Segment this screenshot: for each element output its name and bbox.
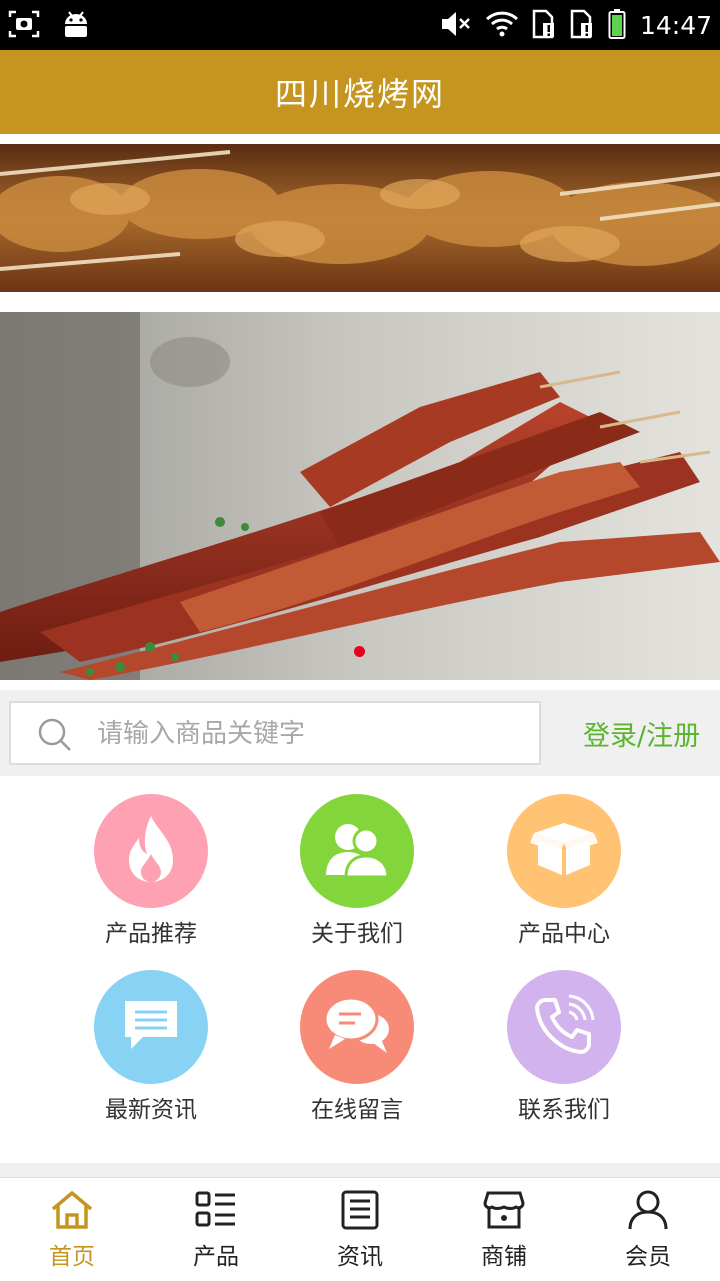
menu-circle[interactable] bbox=[300, 794, 414, 908]
nav-label: 商铺 bbox=[481, 1244, 527, 1270]
menu-circle[interactable] bbox=[300, 970, 414, 1084]
shop-icon bbox=[482, 1191, 526, 1235]
screenshot-icon bbox=[8, 9, 40, 43]
grid-list-icon bbox=[194, 1191, 238, 1235]
carousel-dot-active[interactable] bbox=[354, 646, 365, 657]
nav-label: 产品 bbox=[193, 1244, 239, 1270]
nav-home[interactable]: 首页 bbox=[0, 1178, 144, 1281]
nav-shop[interactable]: 商铺 bbox=[432, 1178, 576, 1281]
phone-icon bbox=[533, 994, 595, 1060]
menu-online-message[interactable]: 在线留言 bbox=[267, 970, 447, 1124]
menu-latest-news[interactable]: 最新资讯 bbox=[61, 970, 241, 1124]
search-box[interactable] bbox=[9, 701, 541, 765]
menu-label: 产品推荐 bbox=[105, 921, 197, 947]
nav-label: 资讯 bbox=[337, 1244, 383, 1270]
menu-circle[interactable] bbox=[94, 794, 208, 908]
page-title: 四川烧烤网 bbox=[274, 75, 445, 113]
menu-circle[interactable] bbox=[507, 970, 621, 1084]
android-icon bbox=[62, 9, 90, 43]
nav-products[interactable]: 产品 bbox=[144, 1178, 288, 1281]
search-bar: 登录/注册 bbox=[0, 690, 720, 776]
login-register-link[interactable]: 登录/注册 bbox=[583, 714, 700, 753]
nav-news[interactable]: 资讯 bbox=[288, 1178, 432, 1281]
menu-label: 产品中心 bbox=[518, 921, 610, 947]
menu-label: 关于我们 bbox=[311, 921, 403, 947]
box-icon bbox=[530, 819, 598, 883]
home-icon bbox=[50, 1191, 94, 1235]
menu-label: 在线留言 bbox=[311, 1097, 403, 1123]
flame-icon bbox=[123, 814, 179, 888]
menu-product-recommend[interactable]: 产品推荐 bbox=[61, 794, 241, 948]
status-time: 14:47 bbox=[639, 11, 712, 40]
carousel-banner[interactable] bbox=[0, 312, 720, 680]
user-icon bbox=[626, 1190, 670, 1235]
menu-contact-us[interactable]: 联系我们 bbox=[474, 970, 654, 1124]
menu-label: 联系我们 bbox=[518, 1097, 610, 1123]
sim1-icon bbox=[532, 9, 556, 43]
section-divider bbox=[0, 1163, 720, 1177]
news-icon bbox=[338, 1190, 382, 1235]
app-header: 四川烧烤网 bbox=[0, 50, 720, 134]
banner-image-top[interactable] bbox=[0, 144, 720, 292]
nav-member[interactable]: 会员 bbox=[576, 1178, 720, 1281]
wifi-icon bbox=[485, 11, 518, 41]
message-icon bbox=[121, 997, 181, 1057]
users-icon bbox=[324, 819, 390, 883]
search-icon[interactable] bbox=[37, 717, 73, 757]
bottom-nav: 首页 产品 资讯 商铺 会员 bbox=[0, 1177, 720, 1281]
menu-circle[interactable] bbox=[94, 970, 208, 1084]
sim2-icon bbox=[570, 9, 594, 43]
menu-product-center[interactable]: 产品中心 bbox=[474, 794, 654, 948]
battery-icon bbox=[608, 9, 626, 43]
nav-label: 首页 bbox=[49, 1244, 95, 1270]
search-input[interactable] bbox=[95, 713, 529, 755]
mute-icon bbox=[440, 10, 472, 42]
menu-circle[interactable] bbox=[507, 794, 621, 908]
menu-label: 最新资讯 bbox=[105, 1097, 197, 1123]
menu-about-us[interactable]: 关于我们 bbox=[267, 794, 447, 948]
nav-label: 会员 bbox=[625, 1244, 671, 1270]
status-bar: 14:47 bbox=[0, 0, 720, 50]
chat-icon bbox=[321, 993, 393, 1061]
